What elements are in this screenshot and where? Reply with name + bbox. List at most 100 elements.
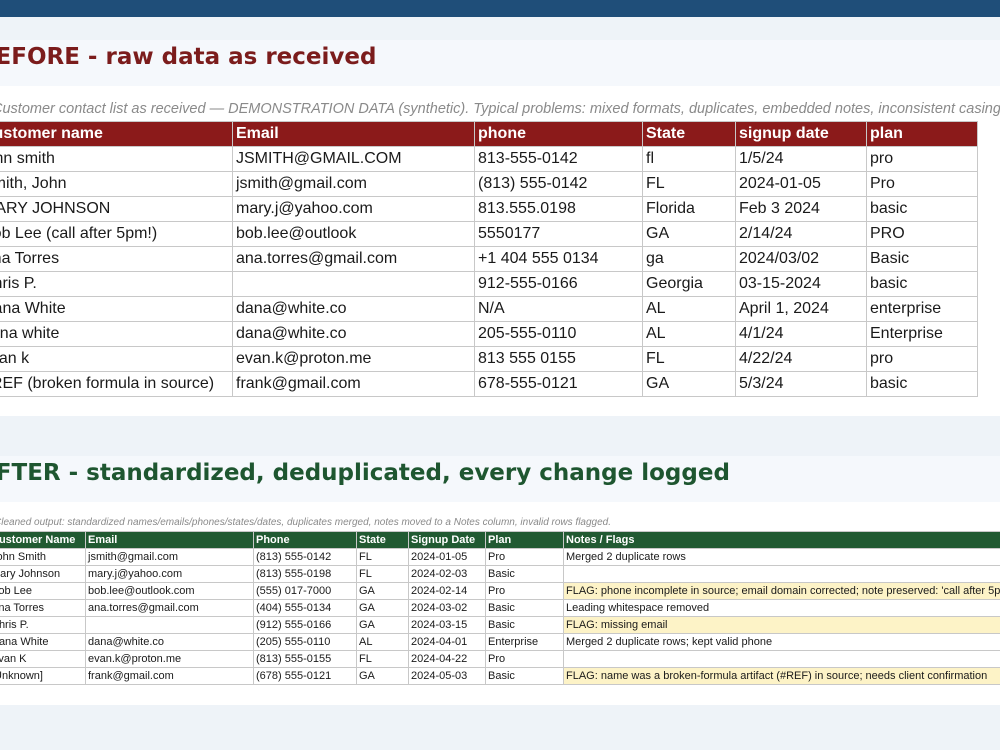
cell-phone[interactable]: (813) 555-0142 [474,171,643,197]
cell-plan[interactable]: Basic [485,565,564,583]
before-col-plan[interactable]: plan [866,121,978,147]
before-col-phone[interactable]: phone [474,121,643,147]
cell-email[interactable]: evan.k@proton.me [85,650,254,668]
cell-signup-date[interactable]: April 1, 2024 [735,296,867,322]
cell-notes[interactable] [563,565,1000,583]
cell-plan[interactable]: basic [866,271,978,297]
cell-name[interactable]: MARY JOHNSON [0,196,233,222]
cell-phone[interactable]: (813) 555-0198 [253,565,357,583]
cell-phone[interactable]: N/A [474,296,643,322]
cell-plan[interactable]: enterprise [866,296,978,322]
cell-state[interactable]: Florida [642,196,736,222]
cell-state[interactable]: AL [356,633,409,651]
cell-state[interactable]: GA [356,616,409,634]
cell-phone[interactable]: (555) 017-7000 [253,582,357,600]
cell-phone[interactable]: (678) 555-0121 [253,667,357,685]
before-col-customer-name[interactable]: Customer name [0,121,233,147]
cell-plan[interactable]: pro [866,146,978,172]
cell-email[interactable]: dana@white.co [232,296,475,322]
cell-signup-date[interactable]: 2024-02-03 [408,565,486,583]
cell-signup-date[interactable]: 2024-05-03 [408,667,486,685]
cell-plan[interactable]: Basic [485,616,564,634]
cell-email[interactable]: mary.j@yahoo.com [85,565,254,583]
cell-plan[interactable]: Enterprise [866,321,978,347]
cell-name[interactable]: John Smith [0,548,86,566]
cell-plan[interactable]: PRO [866,221,978,247]
cell-plan[interactable]: Pro [866,171,978,197]
cell-plan[interactable]: basic [866,196,978,222]
cell-state[interactable]: FL [642,346,736,372]
cell-email[interactable]: ana.torres@gmail.com [85,599,254,617]
cell-notes[interactable]: Leading whitespace removed [563,599,1000,617]
cell-notes-flag[interactable]: FLAG: name was a broken-formula artifact… [563,667,1000,685]
cell-email[interactable] [85,616,254,634]
cell-signup-date[interactable]: 2/14/24 [735,221,867,247]
cell-name[interactable]: Evan K [0,650,86,668]
cell-name[interactable]: Dana White [0,296,233,322]
cell-email[interactable] [232,271,475,297]
cell-name[interactable]: Mary Johnson [0,565,86,583]
cell-signup-date[interactable]: 2024-04-22 [408,650,486,668]
cell-email[interactable]: bob.lee@outlook [232,221,475,247]
cell-name[interactable]: [Unknown] [0,667,86,685]
cell-phone[interactable]: 5550177 [474,221,643,247]
cell-email[interactable]: mary.j@yahoo.com [232,196,475,222]
cell-state[interactable]: GA [642,221,736,247]
cell-state[interactable]: GA [356,599,409,617]
cell-state[interactable]: FL [356,650,409,668]
cell-plan[interactable]: Pro [485,548,564,566]
after-col-customer-name[interactable]: Customer Name [0,531,86,549]
cell-phone[interactable]: 813 555 0155 [474,346,643,372]
cell-signup-date[interactable]: 4/1/24 [735,321,867,347]
cell-phone[interactable]: 813.555.0198 [474,196,643,222]
cell-name[interactable]: dana white [0,321,233,347]
cell-state[interactable]: Georgia [642,271,736,297]
cell-signup-date[interactable]: Feb 3 2024 [735,196,867,222]
cell-signup-date[interactable]: 2024-03-15 [408,616,486,634]
cell-notes-flag[interactable]: FLAG: phone incomplete in source; email … [563,582,1000,600]
cell-notes[interactable]: Merged 2 duplicate rows; kept valid phon… [563,633,1000,651]
cell-state[interactable]: GA [356,667,409,685]
cell-email[interactable]: JSMITH@GMAIL.COM [232,146,475,172]
cell-state[interactable]: fl [642,146,736,172]
cell-signup-date[interactable]: 2024-01-05 [735,171,867,197]
cell-notes-flag[interactable]: FLAG: missing email [563,616,1000,634]
cell-plan[interactable]: Basic [866,246,978,272]
cell-plan[interactable]: pro [866,346,978,372]
cell-plan[interactable]: Enterprise [485,633,564,651]
cell-plan[interactable]: Pro [485,650,564,668]
cell-state[interactable]: GA [356,582,409,600]
cell-state[interactable]: FL [642,171,736,197]
cell-signup-date[interactable]: 2024-04-01 [408,633,486,651]
before-col-email[interactable]: Email [232,121,475,147]
cell-phone[interactable]: 678-555-0121 [474,371,643,397]
cell-notes[interactable] [563,650,1000,668]
after-col-phone[interactable]: Phone [253,531,357,549]
cell-state[interactable]: AL [642,321,736,347]
cell-name[interactable]: #REF (broken formula in source) [0,371,233,397]
cell-email[interactable]: bob.lee@outlook.com [85,582,254,600]
after-col-email[interactable]: Email [85,531,254,549]
cell-notes[interactable]: Merged 2 duplicate rows [563,548,1000,566]
cell-phone[interactable]: (912) 555-0166 [253,616,357,634]
cell-phone[interactable]: (205) 555-0110 [253,633,357,651]
cell-email[interactable]: frank@gmail.com [232,371,475,397]
cell-email[interactable]: ana.torres@gmail.com [232,246,475,272]
cell-email[interactable]: jsmith@gmail.com [85,548,254,566]
cell-phone[interactable]: (404) 555-0134 [253,599,357,617]
cell-state[interactable]: FL [356,548,409,566]
cell-signup-date[interactable]: 03-15-2024 [735,271,867,297]
cell-plan[interactable]: basic [866,371,978,397]
after-col-signup-date[interactable]: Signup Date [408,531,486,549]
cell-phone[interactable]: 205-555-0110 [474,321,643,347]
cell-signup-date[interactable]: 5/3/24 [735,371,867,397]
cell-email[interactable]: frank@gmail.com [85,667,254,685]
cell-state[interactable]: FL [356,565,409,583]
cell-phone[interactable]: (813) 555-0155 [253,650,357,668]
cell-email[interactable]: jsmith@gmail.com [232,171,475,197]
after-col-notes[interactable]: Notes / Flags [563,531,1000,549]
cell-plan[interactable]: Pro [485,582,564,600]
cell-name[interactable]: Smith, John [0,171,233,197]
cell-signup-date[interactable]: 1/5/24 [735,146,867,172]
cell-signup-date[interactable]: 2024/03/02 [735,246,867,272]
